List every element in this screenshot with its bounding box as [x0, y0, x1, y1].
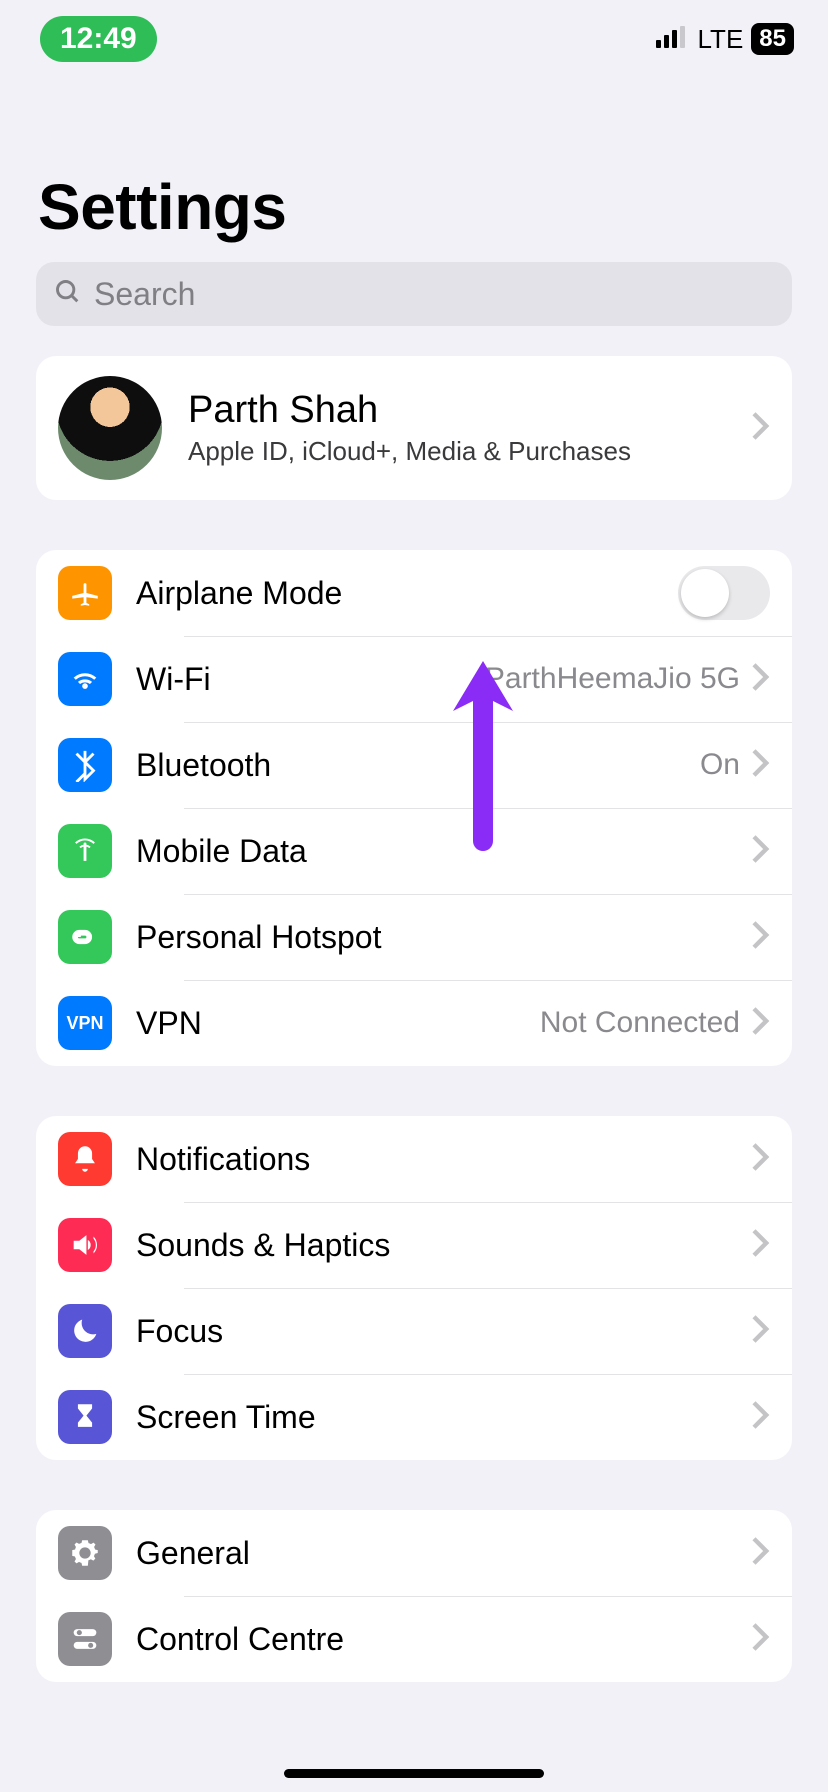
chevron-right-icon — [752, 749, 770, 782]
focus-label: Focus — [136, 1313, 223, 1350]
wifi-row[interactable]: Wi-Fi ParthHeemaJio 5G — [36, 636, 792, 722]
wifi-value: ParthHeemaJio 5G — [485, 662, 740, 696]
home-indicator — [284, 1769, 544, 1778]
cellular-signal-icon — [656, 26, 690, 53]
vpn-value: Not Connected — [540, 1006, 740, 1040]
vpn-label: VPN — [136, 1005, 202, 1042]
notifications-label: Notifications — [136, 1141, 310, 1178]
control-centre-row[interactable]: Control Centre — [36, 1596, 792, 1682]
mobile-data-row[interactable]: Mobile Data — [36, 808, 792, 894]
battery-level: 85 — [751, 23, 794, 55]
gear-icon — [58, 1526, 112, 1580]
wifi-icon — [58, 652, 112, 706]
bluetooth-icon — [58, 738, 112, 792]
sounds-row[interactable]: Sounds & Haptics — [36, 1202, 792, 1288]
screen-time-row[interactable]: Screen Time — [36, 1374, 792, 1460]
airplane-label: Airplane Mode — [136, 575, 342, 612]
speaker-icon — [58, 1218, 112, 1272]
sounds-label: Sounds & Haptics — [136, 1227, 390, 1264]
system-group: General Control Centre — [36, 1510, 792, 1682]
chevron-right-icon — [752, 835, 770, 868]
mobile-data-label: Mobile Data — [136, 833, 307, 870]
search-input[interactable]: Search — [36, 262, 792, 326]
hourglass-icon — [58, 1390, 112, 1444]
hotspot-icon — [58, 910, 112, 964]
chevron-right-icon — [752, 1229, 770, 1262]
wifi-label: Wi-Fi — [136, 661, 211, 698]
search-placeholder: Search — [94, 276, 195, 313]
network-type: LTE — [698, 24, 744, 55]
hotspot-row[interactable]: Personal Hotspot — [36, 894, 792, 980]
general-label: General — [136, 1535, 250, 1572]
status-time: 12:49 — [40, 16, 157, 62]
notifications-row[interactable]: Notifications — [36, 1116, 792, 1202]
focus-row[interactable]: Focus — [36, 1288, 792, 1374]
toggles-icon — [58, 1612, 112, 1666]
preferences-group: Notifications Sounds & Haptics Focus Scr… — [36, 1116, 792, 1460]
chevron-right-icon — [752, 1315, 770, 1348]
status-bar: 12:49 LTE 85 — [0, 0, 828, 70]
profile-group: Parth Shah Apple ID, iCloud+, Media & Pu… — [36, 356, 792, 500]
chevron-right-icon — [752, 1401, 770, 1434]
bluetooth-row[interactable]: Bluetooth On — [36, 722, 792, 808]
apple-id-row[interactable]: Parth Shah Apple ID, iCloud+, Media & Pu… — [36, 356, 792, 500]
profile-name: Parth Shah — [188, 389, 631, 432]
control-centre-label: Control Centre — [136, 1621, 344, 1658]
chevron-right-icon — [752, 663, 770, 696]
airplane-toggle[interactable] — [678, 566, 770, 620]
chevron-right-icon — [752, 1537, 770, 1570]
moon-icon — [58, 1304, 112, 1358]
screen-time-label: Screen Time — [136, 1399, 316, 1436]
chevron-right-icon — [752, 1007, 770, 1040]
vpn-row[interactable]: VPN VPN Not Connected — [36, 980, 792, 1066]
avatar — [58, 376, 162, 480]
connectivity-group: Airplane Mode Wi-Fi ParthHeemaJio 5G Blu… — [36, 550, 792, 1066]
airplane-mode-row[interactable]: Airplane Mode — [36, 550, 792, 636]
antenna-icon — [58, 824, 112, 878]
profile-subtitle: Apple ID, iCloud+, Media & Purchases — [188, 436, 631, 467]
airplane-icon — [58, 566, 112, 620]
chevron-right-icon — [752, 921, 770, 954]
chevron-right-icon — [752, 412, 770, 445]
general-row[interactable]: General — [36, 1510, 792, 1596]
search-icon — [54, 278, 82, 311]
page-title: Settings — [0, 70, 828, 262]
status-right: LTE 85 — [656, 23, 794, 55]
chevron-right-icon — [752, 1623, 770, 1656]
bluetooth-label: Bluetooth — [136, 747, 271, 784]
vpn-icon: VPN — [58, 996, 112, 1050]
hotspot-label: Personal Hotspot — [136, 919, 381, 956]
bluetooth-value: On — [700, 748, 740, 782]
chevron-right-icon — [752, 1143, 770, 1176]
bell-icon — [58, 1132, 112, 1186]
